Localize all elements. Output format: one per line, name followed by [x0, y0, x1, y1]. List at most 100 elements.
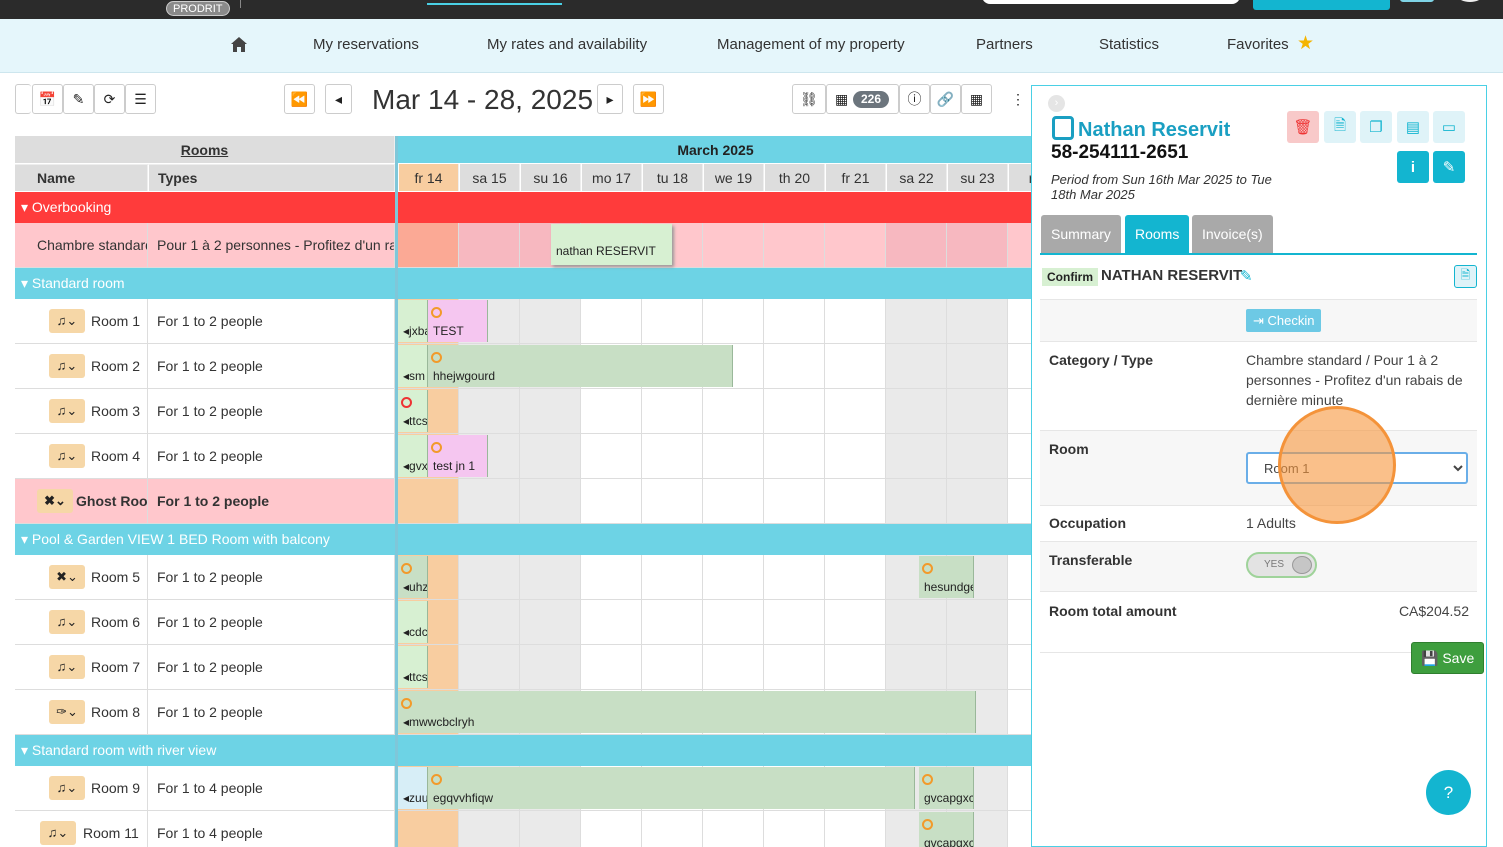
day-cell[interactable]: [581, 479, 642, 524]
day-cell[interactable]: [398, 223, 459, 268]
day-cell[interactable]: [459, 600, 520, 645]
unlink-button[interactable]: ⛓: [792, 84, 826, 114]
home-icon[interactable]: [230, 36, 248, 53]
day-cell[interactable]: [581, 434, 642, 479]
day-cell[interactable]: [825, 479, 886, 524]
global-search-input[interactable]: [982, 0, 1240, 4]
nav-statistics[interactable]: Statistics: [1099, 36, 1159, 53]
refresh-button[interactable]: ⟳: [94, 84, 125, 114]
save-button[interactable]: 💾 Save: [1411, 642, 1485, 674]
top-action-button[interactable]: [1253, 0, 1390, 10]
checkin-button[interactable]: ⇥ Checkin: [1246, 309, 1322, 332]
category-row[interactable]: ▾ Standard room with river view: [15, 735, 395, 766]
day-cell[interactable]: [886, 223, 947, 268]
day-cell[interactable]: [1008, 223, 1031, 268]
day-cell[interactable]: [825, 811, 886, 847]
tab-summary[interactable]: Summary: [1041, 215, 1121, 253]
nav-partners[interactable]: Partners: [976, 36, 1033, 53]
day-cell[interactable]: [459, 555, 520, 600]
day-cell[interactable]: [703, 645, 764, 690]
booking-bar[interactable]: TEST: [428, 300, 488, 342]
cleaning-icon[interactable]: ♫⌄: [49, 610, 85, 634]
cleaning-icon[interactable]: ♫⌄: [49, 309, 85, 333]
day-cell[interactable]: [764, 389, 825, 434]
booking-bar[interactable]: hhejwgourd: [428, 345, 733, 387]
day-cell[interactable]: [947, 600, 1008, 645]
nav-property-management[interactable]: Management of my property: [717, 36, 905, 53]
day-cell[interactable]: [947, 479, 1008, 524]
tab-rooms[interactable]: Rooms: [1125, 215, 1190, 253]
cleaning-icon[interactable]: ♫⌄: [49, 399, 85, 423]
day-cell[interactable]: [459, 223, 520, 268]
booking-bar[interactable]: ◂uhz: [398, 556, 428, 598]
receipt-button[interactable]: ▤: [1397, 111, 1429, 143]
user-avatar[interactable]: [1458, 0, 1482, 2]
day-cell[interactable]: [703, 600, 764, 645]
day-cell[interactable]: [520, 600, 581, 645]
more-button[interactable]: ⋮: [1004, 84, 1032, 114]
day-cell[interactable]: [398, 479, 459, 524]
cleaning-icon[interactable]: ♫⌄: [40, 821, 76, 845]
booking-bar[interactable]: ◂cdc: [398, 601, 428, 643]
day-cell[interactable]: [825, 555, 886, 600]
fast-forward-button[interactable]: ⏩: [633, 84, 664, 114]
day-cell[interactable]: [520, 389, 581, 434]
day-cell[interactable]: [581, 600, 642, 645]
day-cell[interactable]: [1008, 479, 1031, 524]
day-cell[interactable]: [1008, 344, 1031, 389]
day-cell[interactable]: [764, 299, 825, 344]
tab-invoices[interactable]: Invoice(s): [1192, 215, 1273, 253]
grid-view-button[interactable]: ▦: [961, 84, 992, 114]
day-cell[interactable]: [1008, 811, 1031, 847]
day-cell[interactable]: [1008, 600, 1031, 645]
overbooking-category[interactable]: ▾ Overbooking: [15, 192, 395, 223]
day-cell[interactable]: [886, 299, 947, 344]
top-secondary-button[interactable]: [1400, 0, 1434, 2]
vacuum-icon[interactable]: ✑⌄: [49, 700, 85, 724]
day-cell[interactable]: [1008, 555, 1031, 600]
day-cell[interactable]: [703, 223, 764, 268]
nav-rates-availability[interactable]: My rates and availability: [487, 36, 647, 53]
day-cell[interactable]: [642, 645, 703, 690]
day-cell[interactable]: [886, 389, 947, 434]
help-button[interactable]: ?: [1426, 770, 1471, 815]
day-cell[interactable]: [581, 811, 642, 847]
document-button[interactable]: 🗎: [1324, 111, 1356, 143]
day-cell[interactable]: [459, 645, 520, 690]
day-cell[interactable]: [642, 389, 703, 434]
day-cell[interactable]: [581, 555, 642, 600]
card-button[interactable]: ▭: [1433, 111, 1465, 143]
day-cell[interactable]: [825, 223, 886, 268]
day-cell[interactable]: [520, 479, 581, 524]
day-cell[interactable]: [642, 299, 703, 344]
day-cell[interactable]: [886, 600, 947, 645]
cleaning-icon[interactable]: ♫⌄: [49, 776, 85, 800]
day-cell[interactable]: [764, 555, 825, 600]
day-cell[interactable]: [642, 600, 703, 645]
collapse-panel-button[interactable]: ›: [1048, 95, 1065, 112]
day-cell[interactable]: [886, 479, 947, 524]
booking-bar[interactable]: egqvvhfiqw: [428, 767, 915, 809]
day-cell[interactable]: [581, 389, 642, 434]
step-forward-button[interactable]: ▸: [597, 84, 623, 114]
day-cell[interactable]: [459, 389, 520, 434]
day-cell[interactable]: [398, 811, 459, 847]
day-cell[interactable]: [825, 645, 886, 690]
day-cell[interactable]: [703, 811, 764, 847]
nav-favorites[interactable]: Favorites: [1227, 36, 1289, 53]
day-cell[interactable]: [764, 600, 825, 645]
booking-bar[interactable]: hesundge: [919, 556, 974, 598]
info-detail-button[interactable]: i: [1397, 151, 1429, 183]
cleaning-icon[interactable]: ♫⌄: [49, 354, 85, 378]
day-cell[interactable]: [886, 645, 947, 690]
day-cell[interactable]: [642, 811, 703, 847]
day-cell[interactable]: [947, 299, 1008, 344]
day-cell[interactable]: [459, 811, 520, 847]
day-cell[interactable]: [520, 434, 581, 479]
day-cell[interactable]: [1008, 389, 1031, 434]
day-cell[interactable]: [1008, 690, 1031, 735]
day-cell[interactable]: [642, 434, 703, 479]
edit-button[interactable]: ✎: [63, 84, 94, 114]
booking-bar[interactable]: ◂gvx: [398, 435, 428, 477]
day-cell[interactable]: [947, 434, 1008, 479]
